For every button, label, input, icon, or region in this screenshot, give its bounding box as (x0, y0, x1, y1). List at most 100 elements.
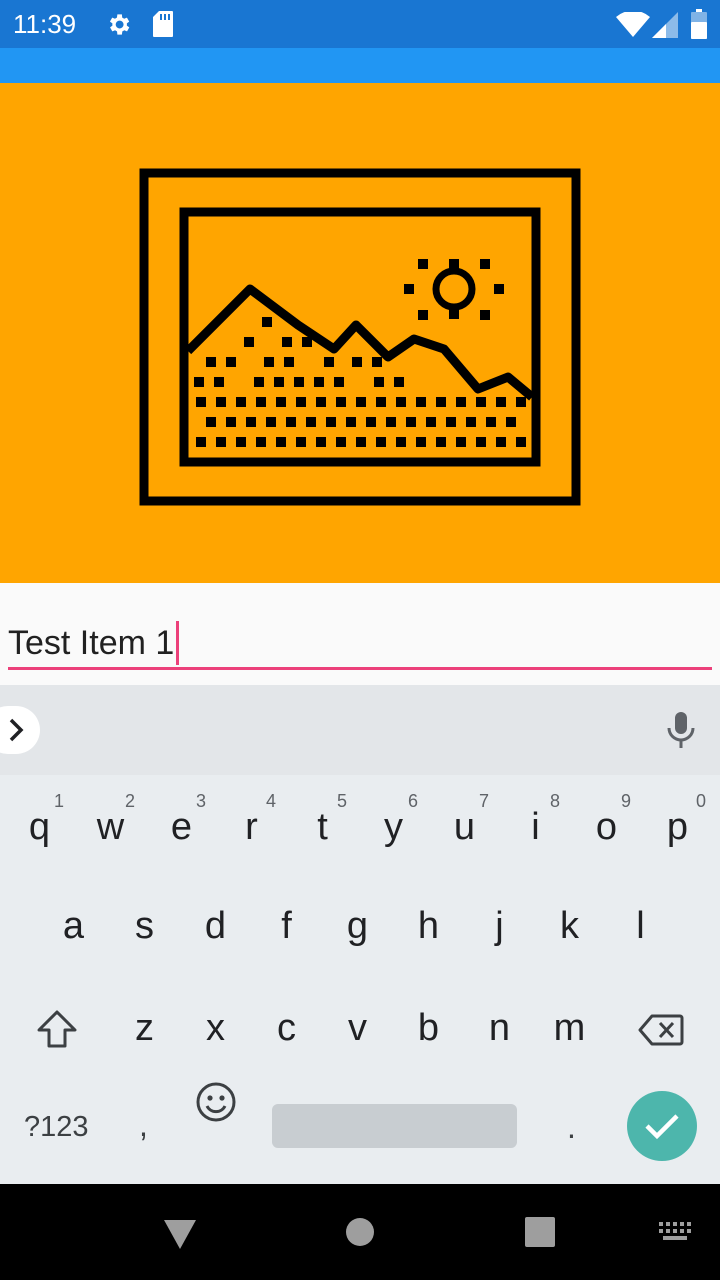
key-j[interactable]: j (464, 875, 535, 975)
image-icon-dot (356, 397, 366, 407)
emoji-smiley-icon (196, 1082, 236, 1122)
image-icon-dot (466, 417, 476, 427)
recents-icon[interactable] (525, 1217, 555, 1251)
image-icon-dot (356, 437, 366, 447)
image-icon-dot (262, 317, 272, 327)
key-d[interactable]: d (180, 875, 251, 975)
symbols-key[interactable]: ?123 (24, 1109, 89, 1145)
image-icon-dot (324, 357, 334, 367)
comma-key[interactable]: , (139, 1105, 148, 1145)
shift-arrow-icon (37, 1010, 77, 1048)
image-icon-dot (286, 417, 296, 427)
settings-icon (105, 11, 132, 42)
image-icon-dot (386, 417, 396, 427)
key-r[interactable]: r4 (216, 775, 287, 875)
image-icon-dot (516, 397, 526, 407)
image-icon-dot (264, 357, 274, 367)
image-icon-dot (294, 377, 304, 387)
key-s[interactable]: s (109, 875, 180, 975)
image-icon-dot (276, 397, 286, 407)
emoji-key[interactable] (195, 1081, 237, 1128)
image-icon-dot (302, 337, 312, 347)
image-icon-dot (396, 437, 406, 447)
image-icon-dot (306, 417, 316, 427)
image-icon-dot (496, 397, 506, 407)
image-icon-dot (506, 417, 516, 427)
key-f[interactable]: f (251, 875, 322, 975)
key-z[interactable]: z (109, 975, 180, 1075)
input-underline (8, 667, 712, 670)
image-icon-dot (314, 377, 324, 387)
key-t[interactable]: t5 (287, 775, 358, 875)
image-icon-dot (416, 437, 426, 447)
image-icon-dot (196, 437, 206, 447)
sd-card-icon (152, 10, 174, 42)
mic-icon[interactable] (664, 711, 698, 753)
image-icon-dot (246, 417, 256, 427)
image-icon-dot (216, 437, 226, 447)
image-icon-dot (336, 397, 346, 407)
key-m[interactable]: m (534, 975, 605, 1075)
image-icon-dot (366, 417, 376, 427)
keyboard-suggestion-strip (0, 685, 720, 775)
key-p[interactable]: p0 (642, 775, 713, 875)
image-icon-dot (352, 357, 362, 367)
key-q[interactable]: q1 (4, 775, 75, 875)
image-icon-dot (336, 437, 346, 447)
key-u[interactable]: u7 (429, 775, 500, 875)
image-icon-dot (244, 337, 254, 347)
key-a[interactable]: a (38, 875, 109, 975)
key-e[interactable]: e3 (146, 775, 217, 875)
key-n[interactable]: n (464, 975, 535, 1075)
image-icon-dot (446, 417, 456, 427)
image-icon-dot (284, 357, 294, 367)
image-icon-dot (426, 417, 436, 427)
image-icon-dot (456, 437, 466, 447)
image-icon-dot (256, 437, 266, 447)
image-icon-dot (374, 377, 384, 387)
image-icon-dot (256, 397, 266, 407)
key-o[interactable]: o9 (571, 775, 642, 875)
enter-done-button[interactable] (627, 1091, 697, 1161)
item-name-input[interactable]: Test Item 1 (8, 621, 180, 665)
keyboard-switch-icon[interactable] (659, 1222, 691, 1248)
keyboard-expand-button[interactable] (0, 706, 40, 754)
image-icon-dot (316, 397, 326, 407)
key-l[interactable]: l (605, 875, 676, 975)
wifi-icon (616, 10, 650, 42)
image-icon-dot (372, 357, 382, 367)
image-icon-dot (266, 417, 276, 427)
image-icon-dot (486, 417, 496, 427)
landscape-image-icon (139, 168, 581, 506)
key-y[interactable]: y6 (358, 775, 429, 875)
hero-image-area (0, 83, 720, 583)
image-icon-dot (216, 397, 226, 407)
home-icon[interactable] (345, 1217, 375, 1251)
image-icon-dot (456, 397, 466, 407)
space-bar[interactable] (272, 1104, 517, 1148)
soft-keyboard: q1 w2 e3 r4 t5 y6 u7 i8 o9 p0 a s d f g … (0, 775, 720, 1184)
key-g[interactable]: g (322, 875, 393, 975)
key-c[interactable]: c (251, 975, 322, 1075)
back-icon[interactable] (163, 1217, 197, 1255)
entry-container: Test Item 1 (0, 583, 720, 685)
image-icon-dot (316, 437, 326, 447)
backspace-key[interactable] (638, 1013, 684, 1052)
key-b[interactable]: b (393, 975, 464, 1075)
image-icon-dot (376, 397, 386, 407)
image-icon-dot (496, 437, 506, 447)
image-icon-dot (226, 417, 236, 427)
image-icon-dot (376, 437, 386, 447)
image-icon-dot (476, 437, 486, 447)
period-key[interactable]: . (567, 1107, 576, 1147)
image-icon-dot (226, 357, 236, 367)
key-h[interactable]: h (393, 875, 464, 975)
image-icon-dot (394, 377, 404, 387)
key-w[interactable]: w2 (75, 775, 146, 875)
key-x[interactable]: x (180, 975, 251, 1075)
key-k[interactable]: k (534, 875, 605, 975)
key-v[interactable]: v (322, 975, 393, 1075)
key-i[interactable]: i8 (500, 775, 571, 875)
shift-key[interactable] (36, 1009, 78, 1054)
cellular-signal-icon (652, 12, 678, 42)
